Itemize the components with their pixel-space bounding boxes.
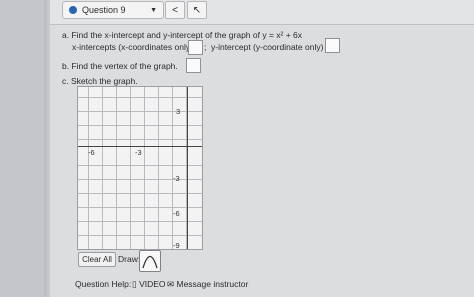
video-label: VIDEO	[139, 279, 166, 289]
clear-all-button[interactable]: Clear All	[78, 252, 116, 267]
chevron-left-icon: <	[172, 4, 178, 16]
parabola-tool-button[interactable]	[139, 250, 161, 272]
grid-line	[78, 165, 202, 166]
grid-line	[78, 207, 202, 208]
grid-line	[78, 221, 202, 222]
message-label: Message instructor	[176, 279, 249, 289]
x-axis	[78, 146, 202, 147]
status-dot-icon	[69, 6, 77, 14]
grid-line	[78, 125, 202, 126]
x-tick-label: -6	[88, 148, 95, 157]
grid-line	[78, 235, 202, 236]
y-tick-label: -6	[173, 209, 180, 218]
document-icon: ▯	[132, 279, 137, 289]
grid-line	[78, 193, 202, 194]
grid-line	[78, 179, 202, 180]
grid-line	[78, 139, 202, 140]
question-help-label: Question Help:	[75, 279, 132, 289]
part-a-text: a. Find the x-intercept and y-intercept …	[62, 30, 303, 40]
video-link[interactable]: ▯ VIDEO	[132, 279, 166, 290]
x-intercepts-input[interactable]	[188, 40, 203, 55]
next-question-button[interactable]: ↖	[187, 1, 207, 19]
y-intercept-input[interactable]	[325, 38, 340, 53]
part-b-text: b. Find the vertex of the graph.	[62, 61, 178, 71]
grid-line	[78, 111, 202, 112]
separator-text: ;	[204, 42, 207, 52]
y-intercept-label: y-intercept (y-coordinate only)	[211, 42, 324, 52]
prev-question-button[interactable]: <	[165, 1, 185, 19]
graph-canvas[interactable]: -6 -3 3 -3 -6 -9	[77, 86, 203, 250]
y-tick-label: 3	[176, 107, 181, 116]
parabola-icon	[142, 255, 158, 269]
vertex-input[interactable]	[186, 58, 201, 73]
question-label: Question 9	[82, 5, 126, 15]
y-tick-label: -9	[173, 241, 180, 250]
cursor-icon: ↖	[192, 4, 202, 16]
chevron-down-icon: ▼	[150, 6, 157, 14]
message-instructor-link[interactable]: ✉ Message instructor	[167, 279, 248, 290]
y-tick-label: -3	[173, 174, 180, 183]
left-rail	[0, 0, 50, 297]
envelope-icon: ✉	[167, 279, 175, 289]
draw-label: Draw:	[118, 254, 141, 264]
question-selector[interactable]: Question 9 ▼	[62, 1, 164, 19]
grid-line	[78, 97, 202, 98]
x-tick-label: -3	[135, 148, 142, 157]
x-intercepts-label: x-intercepts (x-coordinates only)	[72, 42, 193, 52]
part-c-text: c. Sketch the graph.	[62, 76, 138, 86]
y-axis	[187, 87, 188, 249]
